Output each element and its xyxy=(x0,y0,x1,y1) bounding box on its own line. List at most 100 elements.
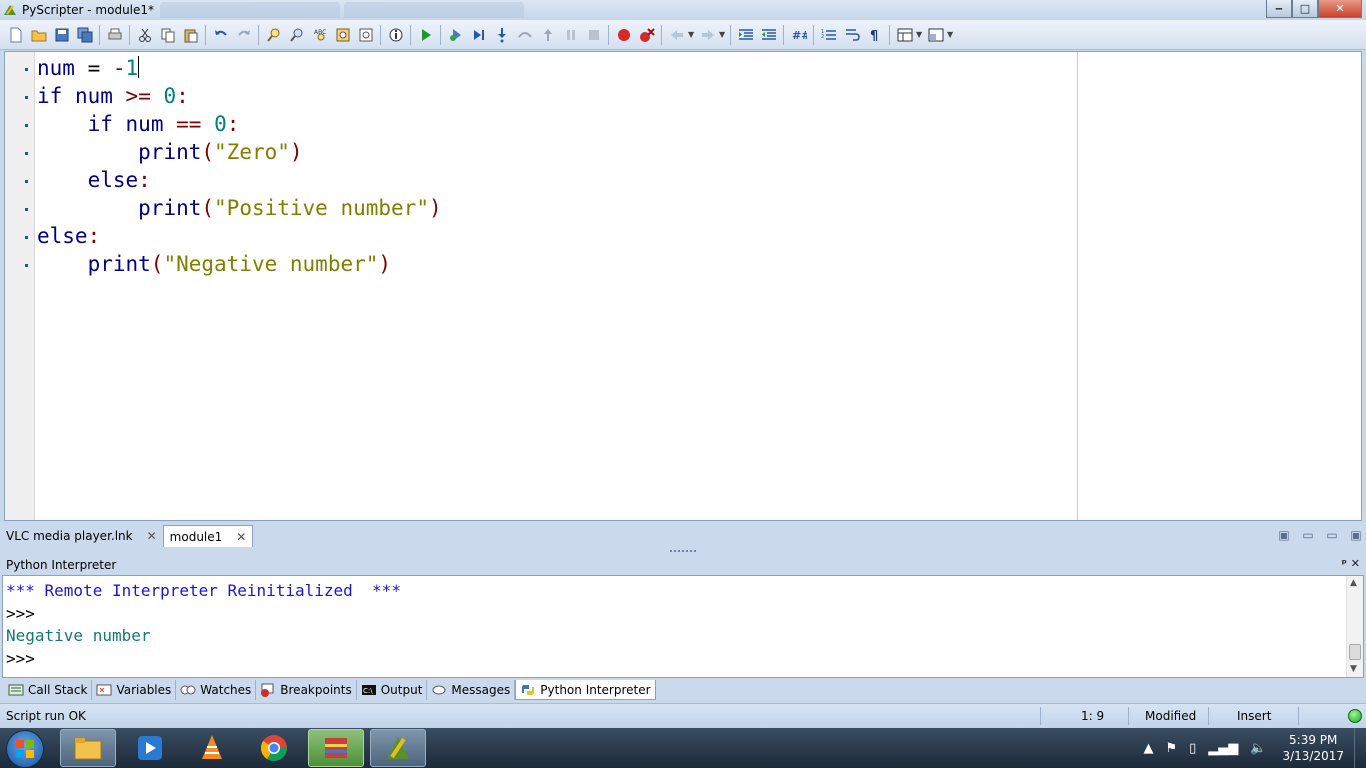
show-whitespace-button[interactable]: ¶ xyxy=(863,24,886,46)
code-lines[interactable]: num = -1 if num >= 0: if num == 0: print(… xyxy=(37,54,442,278)
start-button[interactable] xyxy=(6,730,44,768)
code-line[interactable]: else: xyxy=(37,222,442,250)
word-wrap-button[interactable] xyxy=(840,24,863,46)
save-all-button[interactable] xyxy=(73,24,96,46)
panel-pin-close-icons[interactable]: ᵖ ✕ xyxy=(1342,557,1360,570)
tab-watches[interactable]: Watches xyxy=(176,680,257,700)
taskbar-winrar[interactable] xyxy=(308,729,364,767)
doc-tab-vlc[interactable]: VLC media player.lnk ✕ xyxy=(0,525,163,547)
tab-variables[interactable]: Variables xyxy=(92,680,177,700)
tab-call-stack[interactable]: Call Stack xyxy=(4,680,93,700)
copy-button[interactable] xyxy=(156,24,179,46)
back-dropdown-icon[interactable]: ▼ xyxy=(688,30,696,39)
save-button[interactable] xyxy=(50,24,73,46)
comment-button[interactable]: ## xyxy=(787,24,810,46)
gutter-marker[interactable] xyxy=(25,152,28,155)
indent-button[interactable] xyxy=(734,24,757,46)
interpreter-output[interactable]: *** Remote Interpreter Reinitialized ***… xyxy=(6,580,401,670)
pause-button[interactable] xyxy=(559,24,582,46)
clock[interactable]: 5:39 PM 3/13/2017 xyxy=(1282,732,1344,764)
taskbar-vlc[interactable] xyxy=(184,729,240,767)
code-line[interactable]: print("Zero") xyxy=(37,138,442,166)
scroll-thumb[interactable] xyxy=(1349,644,1361,660)
paste-button[interactable] xyxy=(179,24,202,46)
find-next-button[interactable] xyxy=(285,24,308,46)
split-tab-icon[interactable]: ▭ xyxy=(1322,526,1342,544)
maximize-button[interactable]: □ xyxy=(1292,0,1318,18)
dedent-button[interactable] xyxy=(757,24,780,46)
gutter-marker[interactable] xyxy=(25,124,28,127)
action-center-flag-icon[interactable]: ⚑ xyxy=(1165,741,1177,756)
line-numbers-button[interactable]: 12 xyxy=(817,24,840,46)
editor-gutter[interactable] xyxy=(5,52,35,520)
close-tab-icon[interactable]: ✕ xyxy=(236,530,246,544)
print-button[interactable] xyxy=(103,24,126,46)
code-line[interactable]: if num >= 0: xyxy=(37,82,442,110)
panel-splitter-handle[interactable] xyxy=(0,547,1366,555)
tab-breakpoints[interactable]: Breakpoints xyxy=(256,680,357,700)
gutter-marker[interactable] xyxy=(25,96,28,99)
code-line[interactable]: print("Positive number") xyxy=(37,194,441,222)
gutter-marker[interactable] xyxy=(25,208,28,211)
network-signal-icon[interactable]: ▂▄▆ xyxy=(1208,741,1238,756)
replace-button[interactable]: ABC xyxy=(308,24,331,46)
code-line[interactable]: num = -1 xyxy=(37,54,442,82)
code-line[interactable]: else: xyxy=(37,166,442,194)
volume-icon[interactable]: 🔈 xyxy=(1250,741,1266,756)
show-desktop-button[interactable] xyxy=(1354,728,1366,768)
view-button[interactable] xyxy=(924,24,947,46)
show-hidden-icons-icon[interactable]: ▲ xyxy=(1143,741,1153,756)
battery-icon[interactable]: ▯ xyxy=(1189,741,1196,756)
layouts-button[interactable] xyxy=(893,24,916,46)
scroll-down-icon[interactable]: ▼ xyxy=(1350,664,1357,674)
redo-button[interactable] xyxy=(232,24,255,46)
step-out-button[interactable] xyxy=(536,24,559,46)
forward-dropdown-icon[interactable]: ▼ xyxy=(719,30,727,39)
taskbar-media-player[interactable] xyxy=(122,729,178,767)
toggle-breakpoint-button[interactable] xyxy=(612,24,635,46)
close-button[interactable]: ✕ xyxy=(1318,0,1362,18)
tab-list-icon[interactable]: ▣ xyxy=(1274,526,1294,544)
gutter-marker[interactable] xyxy=(25,180,28,183)
layouts-dropdown-icon[interactable]: ▼ xyxy=(916,30,924,39)
python-interpreter-console[interactable]: *** Remote Interpreter Reinitialized ***… xyxy=(2,575,1364,678)
abort-button[interactable] xyxy=(582,24,605,46)
debug-button[interactable] xyxy=(444,24,467,46)
tab-messages[interactable]: Messages xyxy=(427,680,516,700)
run-button[interactable] xyxy=(414,24,437,46)
gutter-marker[interactable] xyxy=(25,68,28,71)
view-dropdown-icon[interactable]: ▼ xyxy=(947,30,955,39)
undo-button[interactable] xyxy=(209,24,232,46)
new-file-button[interactable] xyxy=(4,24,27,46)
scroll-up-icon[interactable]: ▲ xyxy=(1350,578,1357,588)
minimize-button[interactable]: ‒ xyxy=(1266,0,1292,18)
taskbar-explorer[interactable] xyxy=(60,729,116,767)
gutter-marker[interactable] xyxy=(25,236,28,239)
cut-button[interactable] xyxy=(133,24,156,46)
code-line[interactable]: print("Negative number") xyxy=(37,250,442,278)
find-button[interactable] xyxy=(262,24,285,46)
clear-breakpoints-button[interactable] xyxy=(635,24,658,46)
taskbar-pyscripter[interactable] xyxy=(370,729,426,767)
new-tab-icon[interactable]: ▭ xyxy=(1298,526,1318,544)
doc-tab-module1[interactable]: module1 ✕ xyxy=(162,525,254,547)
open-file-button[interactable] xyxy=(27,24,50,46)
back-button[interactable] xyxy=(665,24,688,46)
goto-line-button[interactable] xyxy=(354,24,377,46)
code-editor[interactable]: num = -1 if num >= 0: if num == 0: print(… xyxy=(4,51,1362,521)
run-to-cursor-button[interactable] xyxy=(467,24,490,46)
tab-python-interpreter[interactable]: Python Interpreter xyxy=(515,680,656,700)
taskbar-chrome[interactable] xyxy=(246,729,302,767)
close-all-tabs-icon[interactable]: ▣ xyxy=(1346,526,1366,544)
close-tab-icon[interactable]: ✕ xyxy=(147,529,157,543)
gutter-marker[interactable] xyxy=(25,264,28,267)
forward-button[interactable] xyxy=(696,24,719,46)
tab-output[interactable]: C:\ Output xyxy=(357,680,428,700)
find-in-files-button[interactable] xyxy=(331,24,354,46)
info-button[interactable] xyxy=(384,24,407,46)
interpreter-scrollbar[interactable]: ▲ ▼ xyxy=(1346,576,1363,677)
code-line[interactable]: if num == 0: xyxy=(37,110,442,138)
step-over-button[interactable] xyxy=(513,24,536,46)
step-into-button[interactable] xyxy=(490,24,513,46)
